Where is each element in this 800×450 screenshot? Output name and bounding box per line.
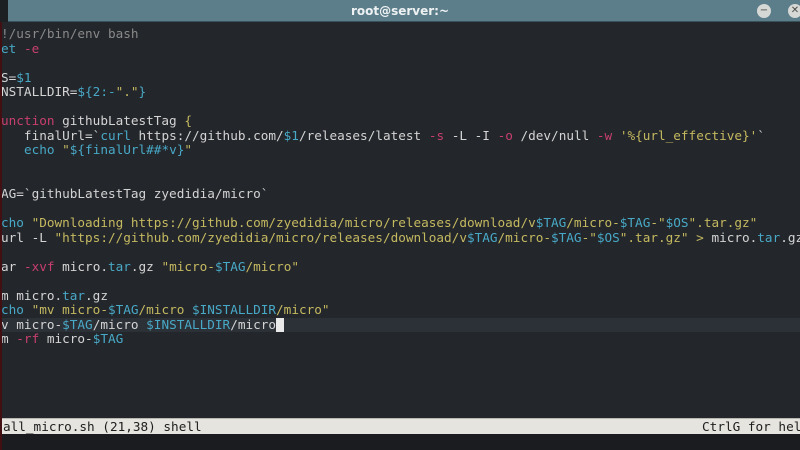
window-title: root@server:~ <box>0 0 800 22</box>
code-line: function githubLatestTag { <box>1 114 800 129</box>
code-line: OS=$1 <box>1 71 800 86</box>
code-line <box>1 245 800 260</box>
code-line: tar -xvf micro.tar.gz "micro-$TAG/micro" <box>1 260 800 275</box>
code-line <box>1 56 800 71</box>
code-line: echo "${finalUrl##*v}" <box>1 143 800 158</box>
code-line: echo "Downloading https://github.com/zye… <box>1 216 800 231</box>
window-titlebar[interactable]: root@server:~ − ✕ <box>0 0 800 22</box>
editor-statusbar: install_micro.sh (21,38) shell CtrlG for… <box>0 418 800 434</box>
minimize-button-icon[interactable]: − <box>757 4 771 18</box>
code-line: echo "mv micro-$TAG/micro $INSTALLDIR/mi… <box>1 303 800 318</box>
desktop-edge-sliver <box>0 22 2 450</box>
statusbar-help-hint: CtrlG for help <box>702 419 800 434</box>
terminal-lines: #!/usr/bin/env bashset -e OS=$1INSTALLDI… <box>1 27 800 347</box>
statusbar-file-info: install_micro.sh (21,38) shell <box>1 419 202 434</box>
code-line <box>1 100 800 115</box>
code-line: set -e <box>1 42 800 57</box>
code-line <box>1 274 800 289</box>
code-line: INSTALLDIR=${2:-"."} <box>1 85 800 100</box>
editor-commandbar[interactable] <box>0 434 800 450</box>
close-button-icon[interactable]: ✕ <box>788 4 800 18</box>
code-line <box>1 172 800 187</box>
code-line: mv micro-$TAG/micro $INSTALLDIR/micro <box>1 318 800 333</box>
code-line: } <box>1 158 800 173</box>
code-line: curl -L "https://github.com/zyedidia/mic… <box>1 231 800 246</box>
text-cursor <box>276 318 284 333</box>
code-line: finalUrl=`curl https://github.com/$1/rel… <box>1 129 800 144</box>
code-line: rm -rf micro-$TAG <box>1 332 800 347</box>
code-line: rm micro.tar.gz <box>1 289 800 304</box>
code-line <box>1 202 800 217</box>
desktop-screen: root@server:~ − ✕ #!/usr/bin/env bashset… <box>0 0 800 450</box>
terminal-viewport[interactable]: #!/usr/bin/env bashset -e OS=$1INSTALLDI… <box>0 22 800 418</box>
code-line: TAG=`githubLatestTag zyedidia/micro` <box>1 187 800 202</box>
code-line: #!/usr/bin/env bash <box>1 27 800 42</box>
